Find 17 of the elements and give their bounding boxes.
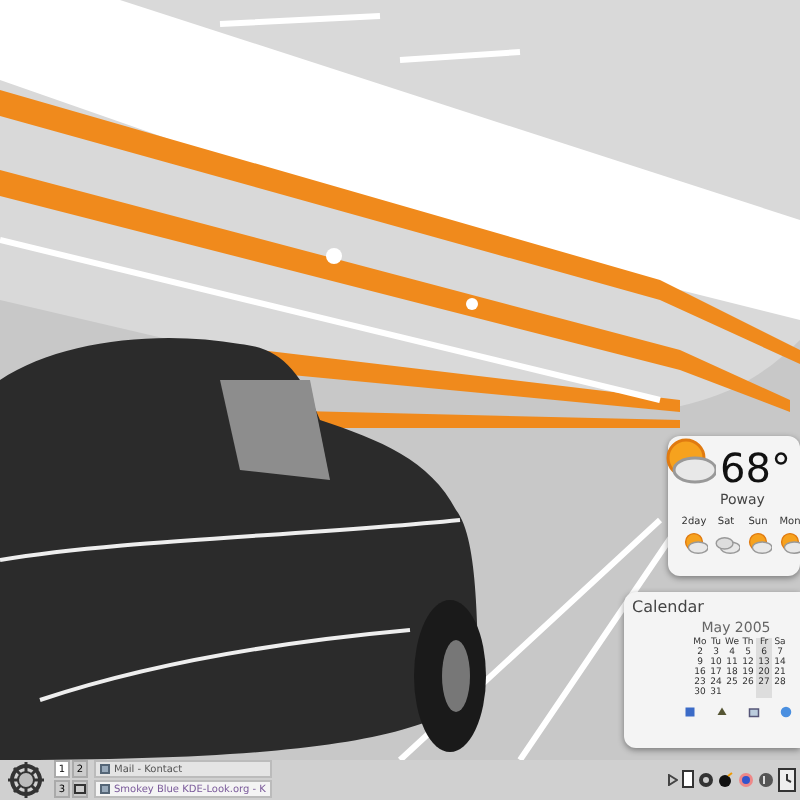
book-icon[interactable] (684, 704, 696, 720)
gear-icon[interactable] (4, 759, 48, 799)
temperature: 68° (720, 444, 791, 492)
triangle-icon[interactable] (668, 773, 678, 785)
note-icon[interactable] (748, 704, 760, 720)
bomb-icon[interactable] (718, 771, 734, 787)
eye-icon[interactable] (738, 771, 754, 787)
window-icon[interactable] (74, 784, 86, 794)
wheel-icon[interactable] (698, 771, 714, 787)
clock-icon[interactable] (778, 767, 796, 791)
clipboard-icon[interactable] (682, 770, 694, 788)
widget-title: Calendar (632, 598, 706, 616)
sun-cloud-icon (680, 528, 708, 556)
hat-icon[interactable] (716, 704, 728, 720)
globe-icon[interactable] (780, 704, 792, 720)
speaker-icon[interactable] (758, 771, 774, 787)
sun-cloud-icon (744, 528, 772, 556)
